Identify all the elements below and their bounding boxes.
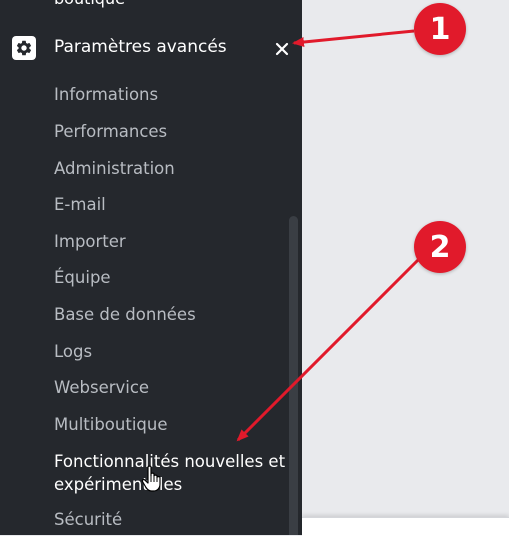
annotation-arrow-2 [236, 254, 424, 442]
annotation-arrow-1 [292, 29, 415, 47]
hand-cursor-icon [141, 465, 161, 492]
annotation-badge-1: 1 [414, 3, 466, 55]
annotation-badge-2: 2 [414, 221, 466, 273]
